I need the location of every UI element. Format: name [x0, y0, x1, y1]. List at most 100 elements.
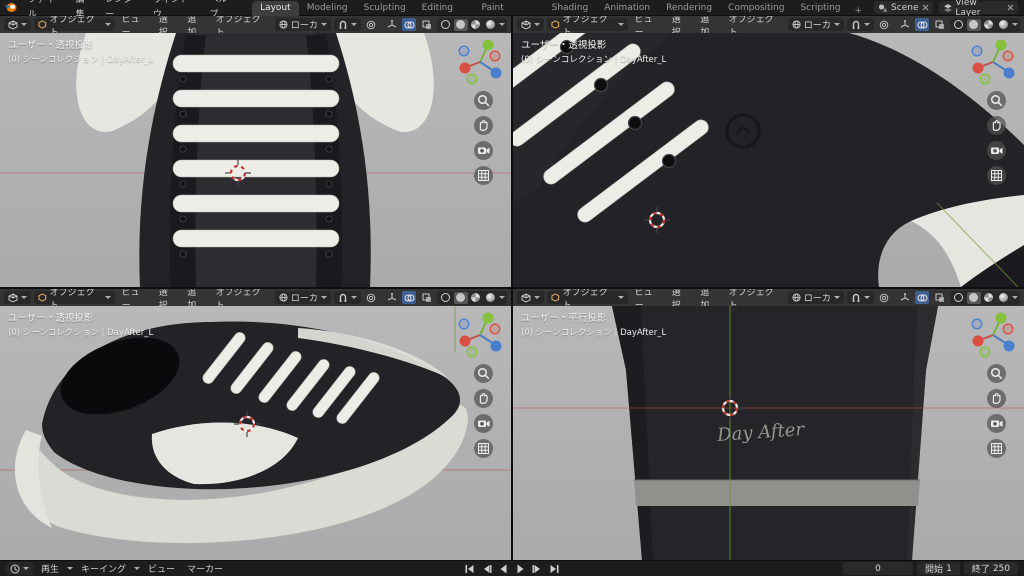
editor-type-button[interactable]: [4, 291, 31, 304]
menu-playback[interactable]: 再生: [37, 562, 63, 575]
xray-toggle-icon[interactable]: [419, 291, 434, 304]
perspective-toggle-icon[interactable]: [474, 439, 493, 458]
timeline-editor-type-button[interactable]: [6, 562, 33, 575]
editor-type-button[interactable]: [517, 291, 544, 304]
rendered-shading-icon[interactable]: [484, 292, 498, 304]
wireframe-shading-icon[interactable]: [439, 292, 453, 304]
rendered-shading-icon[interactable]: [997, 19, 1011, 31]
show-overlays-icon[interactable]: [401, 18, 417, 31]
orientation-dropdown[interactable]: ローカ: [787, 291, 844, 304]
wireframe-shading-icon[interactable]: [439, 19, 453, 31]
next-keyframe-button[interactable]: [530, 562, 546, 575]
mode-dropdown[interactable]: オブジェクト: [547, 289, 628, 311]
show-overlays-icon[interactable]: [914, 18, 930, 31]
scene-shoe-sole-view[interactable]: Day After: [513, 306, 1024, 560]
snap-dropdown[interactable]: [846, 18, 874, 31]
navigation-gizmo[interactable]: [970, 312, 1016, 358]
proportional-edit-icon[interactable]: [364, 291, 379, 304]
tab-layout[interactable]: Layout: [252, 0, 299, 16]
zoom-icon[interactable]: [987, 364, 1006, 383]
prev-keyframe-button[interactable]: [479, 562, 495, 575]
perspective-toggle-icon[interactable]: [987, 166, 1006, 185]
play-reverse-button[interactable]: [496, 562, 512, 575]
orientation-dropdown[interactable]: ローカ: [274, 18, 331, 31]
snap-dropdown[interactable]: [333, 291, 361, 304]
play-button[interactable]: [513, 562, 529, 575]
camera-view-icon[interactable]: [987, 141, 1006, 160]
solid-shading-icon[interactable]: [966, 18, 981, 31]
menu-marker[interactable]: マーカー: [183, 562, 227, 575]
editor-type-button[interactable]: [517, 18, 544, 31]
blender-logo-icon[interactable]: [4, 2, 18, 14]
tab-scripting[interactable]: Scripting: [792, 1, 848, 16]
menu-keying[interactable]: キーイング: [77, 562, 130, 575]
editor-type-button[interactable]: [4, 18, 31, 31]
material-shading-icon[interactable]: [469, 19, 483, 31]
tab-compositing[interactable]: Compositing: [720, 1, 792, 16]
show-overlays-icon[interactable]: [914, 291, 930, 304]
proportional-edit-icon[interactable]: [364, 18, 379, 31]
proportional-edit-icon[interactable]: [877, 291, 892, 304]
xray-toggle-icon[interactable]: [932, 291, 947, 304]
zoom-icon[interactable]: [474, 91, 493, 110]
viewport-canvas[interactable]: Day After ユーザー・平行投影 (0) シーンコレクション | DayA…: [513, 306, 1024, 560]
show-gizmo-icon[interactable]: [384, 291, 399, 304]
current-frame-field[interactable]: 0: [843, 562, 914, 575]
mode-dropdown[interactable]: オブジェクト: [34, 289, 115, 311]
frame-start-field[interactable]: 開始 1: [917, 562, 960, 575]
jump-to-start-button[interactable]: [462, 562, 478, 575]
tab-sculpting[interactable]: Sculpting: [356, 1, 414, 16]
move-view-hand-icon[interactable]: [474, 116, 493, 135]
midsole-band[interactable]: [634, 480, 920, 506]
navigation-gizmo[interactable]: [457, 39, 503, 85]
rendered-shading-icon[interactable]: [484, 19, 498, 31]
show-gizmo-icon[interactable]: [897, 291, 912, 304]
show-gizmo-icon[interactable]: [897, 18, 912, 31]
solid-shading-icon[interactable]: [453, 18, 468, 31]
zoom-icon[interactable]: [987, 91, 1006, 110]
show-gizmo-icon[interactable]: [384, 18, 399, 31]
solid-shading-icon[interactable]: [966, 291, 981, 304]
tab-modeling[interactable]: Modeling: [299, 1, 356, 16]
add-workspace-button[interactable]: +: [849, 6, 869, 16]
snap-dropdown[interactable]: [333, 18, 361, 31]
viewport-canvas[interactable]: ユーザー・透視投影 (0) シーンコレクション | DayAfter_L: [0, 306, 511, 560]
move-view-hand-icon[interactable]: [987, 116, 1006, 135]
material-shading-icon[interactable]: [982, 292, 996, 304]
navigation-gizmo[interactable]: [457, 312, 503, 358]
viewport-canvas[interactable]: ユーザー・透視投影 (0) シーンコレクション | DayAfter_L: [0, 33, 511, 287]
proportional-edit-icon[interactable]: [877, 18, 892, 31]
camera-view-icon[interactable]: [987, 414, 1006, 433]
material-shading-icon[interactable]: [982, 19, 996, 31]
camera-view-icon[interactable]: [474, 414, 493, 433]
tab-rendering[interactable]: Rendering: [658, 1, 720, 16]
material-shading-icon[interactable]: [469, 292, 483, 304]
move-view-hand-icon[interactable]: [474, 389, 493, 408]
move-view-hand-icon[interactable]: [987, 389, 1006, 408]
navigation-gizmo[interactable]: [970, 39, 1016, 85]
snap-dropdown[interactable]: [846, 291, 874, 304]
wireframe-shading-icon[interactable]: [952, 292, 966, 304]
scene-shoe-side-closeup[interactable]: [513, 33, 1024, 287]
perspective-toggle-icon[interactable]: [474, 166, 493, 185]
frame-end-field[interactable]: 終了 250: [963, 562, 1018, 575]
viewport-canvas[interactable]: ユーザー・透視投影 (0) シーンコレクション | DayAfter_L: [513, 33, 1024, 287]
show-overlays-icon[interactable]: [401, 291, 417, 304]
wireframe-shading-icon[interactable]: [952, 19, 966, 31]
scene-selector[interactable]: Scene: [874, 1, 933, 14]
rendered-shading-icon[interactable]: [997, 292, 1011, 304]
jump-to-end-button[interactable]: [547, 562, 563, 575]
zoom-icon[interactable]: [474, 364, 493, 383]
mode-dropdown[interactable]: オブジェクト: [34, 16, 115, 38]
unlink-scene-icon[interactable]: [922, 4, 929, 11]
scene-shoe-top-view[interactable]: [0, 33, 511, 287]
view-layer-selector[interactable]: View Layer: [938, 0, 1018, 18]
menu-timeline-view[interactable]: ビュー: [144, 562, 179, 575]
tab-animation[interactable]: Animation: [596, 1, 658, 16]
orientation-dropdown[interactable]: ローカ: [274, 291, 331, 304]
tab-texture-paint[interactable]: Texture Paint: [473, 0, 543, 16]
camera-view-icon[interactable]: [474, 141, 493, 160]
tab-shading[interactable]: Shading: [544, 1, 597, 16]
unlink-view-layer-icon[interactable]: [1007, 4, 1014, 11]
orientation-dropdown[interactable]: ローカ: [787, 18, 844, 31]
